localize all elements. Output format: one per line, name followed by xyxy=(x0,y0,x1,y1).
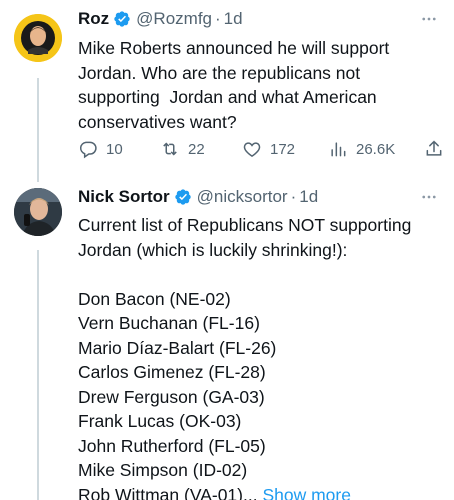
list-item-last: Rob Wittman (VA-01)... Show more xyxy=(78,483,440,500)
tweet-header: Nick Sortor @nicksortor · 1d xyxy=(78,186,318,208)
tweet-text-line: supporting Jordan and what American xyxy=(78,87,377,107)
list-item: Rob Wittman (VA-01)... xyxy=(78,484,258,500)
separator-dot: · xyxy=(215,9,221,28)
tweet-text-line: Mike Roberts announced he will support xyxy=(78,38,390,58)
tweet-text-line: Jordan (which is luckily shrinking!): xyxy=(78,239,348,260)
verified-badge-icon xyxy=(114,11,130,27)
share-button[interactable] xyxy=(424,137,452,161)
tweet-text: Current list of Republicans NOT supporti… xyxy=(78,213,440,500)
list-item: Vern Buchanan (FL-16) xyxy=(78,313,260,333)
more-icon xyxy=(422,17,436,21)
more-icon xyxy=(422,195,436,199)
author-name[interactable]: Roz xyxy=(78,9,109,29)
list-item: Mario Díaz-Balart (FL-26) xyxy=(78,337,277,358)
tweet-text-line: conservatives want? xyxy=(78,111,237,132)
timestamp[interactable]: 1d xyxy=(224,9,243,29)
like-icon xyxy=(243,142,261,157)
author-handle[interactable]: @Rozmfg xyxy=(136,9,212,29)
list-item: Drew Ferguson (GA-03) xyxy=(78,386,265,407)
retweet-icon xyxy=(163,142,177,156)
reply-icon xyxy=(79,141,97,159)
tweet-roz[interactable]: Roz @Rozmfg · 1d Mike Roberts announced … xyxy=(0,0,454,175)
avatar-image xyxy=(14,14,62,62)
avatar[interactable] xyxy=(14,188,62,236)
timestamp[interactable]: 1d xyxy=(299,187,318,207)
views-icon xyxy=(331,142,346,157)
list-item: Mike Simpson (ID-02) xyxy=(78,460,248,480)
verified-badge-icon xyxy=(174,189,191,205)
tweet-actions: 10 22 172 26.6K xyxy=(78,137,444,161)
views-button[interactable]: 26.6K xyxy=(328,137,395,161)
list-item: Frank Lucas (OK-03) xyxy=(78,411,242,431)
reply-button[interactable]: 10 xyxy=(78,137,123,161)
avatar-image xyxy=(14,188,62,236)
retweet-button[interactable]: 22 xyxy=(160,137,205,161)
like-button[interactable]: 172 xyxy=(242,137,295,161)
avatar[interactable] xyxy=(14,14,62,62)
author-name[interactable]: Nick Sortor xyxy=(78,187,170,207)
share-icon xyxy=(426,140,442,156)
list-item: Carlos Gimenez (FL-28) xyxy=(78,362,266,382)
list-item: Don Bacon (NE-02) xyxy=(78,288,231,309)
more-options-button[interactable] xyxy=(418,8,440,30)
list-item: John Rutherford (FL-05) xyxy=(78,435,266,456)
tweet-header: Roz @Rozmfg · 1d xyxy=(78,8,243,30)
separator-dot: · xyxy=(290,187,297,206)
tweet-text: Mike Roberts announced he will support J… xyxy=(78,36,440,134)
like-count: 172 xyxy=(270,140,296,158)
tweet-text-line: Current list of Republicans NOT supporti… xyxy=(78,215,412,235)
reply-count: 10 xyxy=(106,140,123,158)
tweet-text-line: Jordan. Who are the republicans not xyxy=(78,62,361,83)
more-options-button[interactable] xyxy=(418,186,440,208)
retweet-count: 22 xyxy=(188,140,205,158)
view-count: 26.6K xyxy=(356,140,396,158)
author-handle[interactable]: @nicksortor xyxy=(197,187,288,207)
show-more-link[interactable]: Show more xyxy=(262,485,351,500)
